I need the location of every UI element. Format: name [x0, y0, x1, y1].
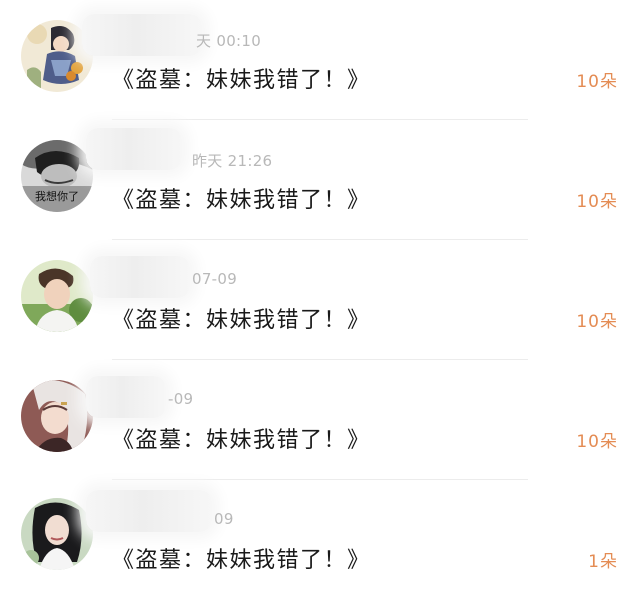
timestamp: 昨天 21:26 [192, 152, 273, 170]
avatar-anime-girl-icon[interactable] [21, 380, 93, 452]
message-text: 《盗墓：妹妹我错了！》 [112, 428, 371, 453]
gift-count: 10朵 [576, 72, 618, 92]
username-redacted [86, 128, 182, 170]
list-item[interactable]: 07-09 《盗墓：妹妹我错了！》 10朵 [0, 240, 640, 360]
gift-count: 10朵 [576, 312, 618, 332]
list-item[interactable]: -09 《盗墓：妹妹我错了！》 10朵 [0, 360, 640, 480]
message-text: 《盗墓：妹妹我错了！》 [112, 308, 371, 333]
gift-count: 1朵 [588, 552, 618, 572]
avatar-young-man-icon[interactable] [21, 260, 93, 332]
timestamp: 09 [214, 510, 234, 528]
message-text: 《盗墓：妹妹我错了！》 [112, 548, 371, 573]
gift-count: 10朵 [576, 432, 618, 452]
timestamp: -09 [168, 390, 194, 408]
username-redacted [86, 376, 166, 418]
message-text: 《盗墓：妹妹我错了！》 [112, 188, 371, 213]
avatar-bw-boy-icon[interactable]: 我想你了 [21, 140, 93, 212]
avatar-caption: 我想你了 [35, 189, 79, 203]
username-redacted [86, 490, 212, 532]
list-item[interactable]: 09 《盗墓：妹妹我错了！》 1朵 [0, 480, 640, 600]
message-text: 《盗墓：妹妹我错了！》 [112, 68, 371, 93]
timestamp: 07-09 [192, 270, 238, 288]
timestamp: 天 00:10 [196, 32, 262, 50]
gift-record-list: 天 00:10 《盗墓：妹妹我错了！》 10朵 我想你了 昨天 21:26 《盗… [0, 0, 640, 588]
username-redacted [82, 14, 202, 56]
list-item[interactable]: 天 00:10 《盗墓：妹妹我错了！》 10朵 [0, 0, 640, 120]
list-item[interactable]: 我想你了 昨天 21:26 《盗墓：妹妹我错了！》 10朵 [0, 120, 640, 240]
avatar-woman-portrait-icon[interactable] [21, 498, 93, 570]
gift-count: 10朵 [576, 192, 618, 212]
username-redacted [90, 256, 190, 298]
